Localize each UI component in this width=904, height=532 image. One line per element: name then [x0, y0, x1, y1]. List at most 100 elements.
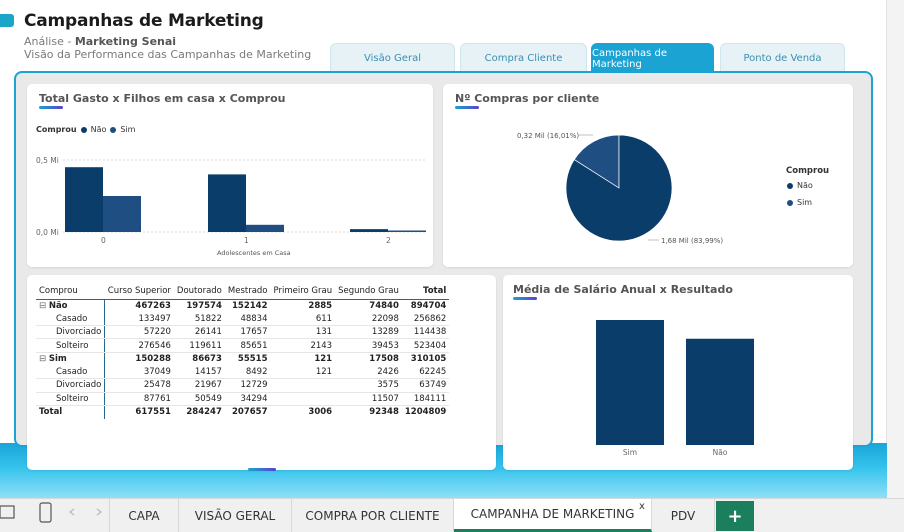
table-cell: 21967 [173, 378, 225, 393]
row-label: Divorciado [36, 378, 106, 393]
col-header[interactable]: Comprou [36, 283, 105, 300]
table-cell: 63749 [401, 378, 450, 393]
table-row[interactable]: Solteiro 87761 50549 34294 11507 184111 [36, 392, 450, 406]
collapse-icon[interactable]: ⊟ [39, 301, 49, 311]
table-cell: 8492 [224, 365, 271, 380]
table-cell: 74840 [369, 300, 399, 311]
sheet-tab-campanha-marketing[interactable]: CAMPANHA DE MARKETING [454, 499, 652, 532]
table-cell: 3006 [270, 404, 336, 419]
sheet-tab-visao-geral[interactable]: VISÃO GERAL [179, 499, 292, 532]
table-group-row[interactable]: ⊟ Não 467263 197574 152142 2885 74840 894704 [36, 299, 449, 313]
sheet-tab-pdv[interactable]: PDV [652, 499, 715, 532]
table-cell: 48834 [224, 312, 271, 327]
y-tick-bottom: 0,0 Mi [36, 228, 59, 237]
table-cell [270, 392, 336, 406]
sheet-view-icon[interactable] [0, 505, 15, 519]
table-cell: 17508 [369, 354, 399, 365]
col-header[interactable]: Curso Superior [104, 283, 174, 300]
table-cell: 12729 [224, 378, 271, 393]
table-cell: 62245 [401, 365, 450, 380]
collapse-icon[interactable]: ⊟ [39, 354, 49, 364]
tab-visao-geral[interactable]: Visão Geral [330, 43, 455, 73]
bar [350, 229, 388, 232]
table-cell: 57220 [104, 325, 174, 340]
report-page: Campanhas de Marketing Análise - Marketi… [0, 0, 904, 532]
pie-label-nao: 1,68 Mil (83,99%) [661, 237, 723, 245]
table-cell: 131 [270, 325, 336, 340]
table-cell: 617551 [104, 404, 174, 419]
bar [388, 230, 426, 232]
table-cell: 92348 [335, 404, 402, 419]
table-cell: 114438 [401, 325, 450, 340]
table-cell: 22098 [335, 312, 402, 327]
chart-card-gasto: Total Gasto x Filhos em casa x Comprou C… [27, 84, 433, 267]
table-cell: 3575 [335, 378, 402, 393]
bar-chart-salario: Sim Não [596, 320, 754, 457]
table-cell: 37049 [104, 365, 174, 380]
add-sheet-button[interactable]: + [716, 501, 754, 531]
col-header[interactable]: Mestrado [224, 283, 271, 300]
bar [246, 224, 284, 232]
tab-campanhas-marketing[interactable]: Campanhas de Marketing [591, 43, 714, 73]
table-cell: 121 [314, 354, 333, 365]
table-cell: 276546 [104, 338, 174, 353]
x-tick-label: 1 [244, 236, 249, 245]
tab-compra-cliente[interactable]: Compra Cliente [460, 43, 587, 73]
close-icon[interactable]: x [639, 501, 645, 512]
table-cell: 1204809 [401, 404, 450, 419]
next-sheet-icon[interactable] [96, 508, 103, 516]
matrix-table: Comprou Curso Superior Doutorado Mestrad… [36, 283, 450, 419]
table-cell: 85651 [224, 338, 271, 353]
bar-chart-gasto: 0,5 Mi 0,0 Mi 0 1 2 Adolescentes em Casa [36, 156, 427, 257]
table-cell: 39453 [335, 338, 402, 353]
table-cell [270, 378, 336, 393]
table-cell: 2143 [270, 338, 336, 353]
x-tick-label: 2 [386, 236, 391, 245]
row-label: Solteiro [36, 392, 106, 406]
table-cell: 34294 [224, 392, 271, 406]
bar [103, 196, 141, 232]
table-row[interactable]: Divorciado 25478 21967 12729 3575 63749 [36, 378, 450, 393]
page-scroll-indicator[interactable] [248, 468, 276, 471]
pie-legend-nao[interactable]: Não [787, 181, 813, 190]
col-header[interactable]: Doutorado [173, 283, 225, 300]
sheet-tab-capa[interactable]: CAPA [109, 499, 179, 532]
table-row[interactable]: Casado 37049 14157 8492 121 2426 62245 [36, 365, 450, 380]
table-total-row[interactable]: Total 617551 284247 207657 3006 92348 1204809 [36, 404, 450, 419]
legend-swatch-nao [787, 182, 793, 189]
row-label: Divorciado [36, 325, 106, 340]
table-group-row[interactable]: ⊟ Sim 150288 86673 55515 121 17508 310105 [36, 352, 449, 366]
col-header[interactable]: Segundo Grau [335, 283, 402, 300]
bar [686, 338, 754, 445]
table-cell: 2426 [335, 365, 402, 380]
table-cell: 2885 [308, 300, 333, 311]
row-label: Solteiro [36, 338, 106, 353]
pie-label-sim: 0,32 Mil (16,01%) [517, 132, 579, 140]
col-header[interactable]: Primeiro Grau [270, 283, 336, 300]
row-label: ⊟ Não [36, 299, 106, 313]
col-header[interactable]: Total [401, 283, 450, 300]
sheet-tab-compra-cliente[interactable]: COMPRA POR CLIENTE [292, 499, 454, 532]
table-cell: 86673 [192, 354, 222, 365]
table-row[interactable]: Divorciado 57220 26141 17657 131 13289 114438 [36, 325, 450, 340]
table-cell: 51822 [173, 312, 225, 327]
table-cell: 50549 [173, 392, 225, 406]
table-cell: 611 [270, 312, 336, 327]
legend-label-sim: Sim [797, 198, 813, 207]
table-row[interactable]: Solteiro 276546 119611 85651 2143 39453 523404 [36, 338, 450, 353]
prev-sheet-icon[interactable] [68, 508, 75, 516]
table-cell: 207657 [224, 404, 271, 419]
legend-swatch-sim [787, 199, 793, 206]
table-row[interactable]: Casado 133497 51822 48834 611 22098 256862 [36, 312, 450, 327]
pie-legend-sim[interactable]: Sim [787, 198, 812, 207]
table-cell: 150288 [135, 354, 171, 365]
table-cell: 310105 [410, 354, 447, 365]
tab-ponto-venda[interactable]: Ponto de Venda [720, 43, 845, 73]
mobile-view-icon[interactable] [39, 502, 52, 523]
sheet-nav-controls [0, 502, 103, 523]
table-header-row: Comprou Curso Superior Doutorado Mestrad… [36, 283, 450, 300]
page-title: Campanhas de Marketing [24, 11, 264, 31]
page-subtitle: Análise - Marketing Senai [24, 35, 177, 48]
table-cell: 119611 [173, 338, 225, 353]
scroll-area[interactable] [886, 0, 904, 532]
